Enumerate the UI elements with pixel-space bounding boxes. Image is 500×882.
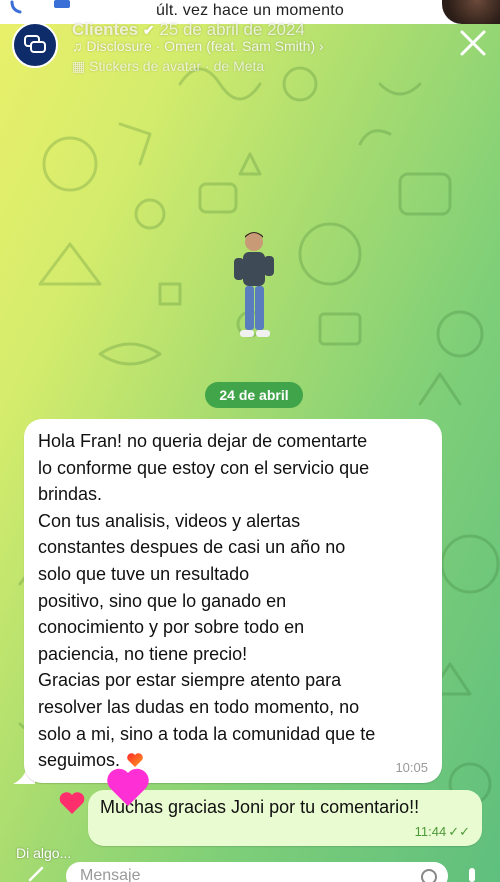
date-separator: 24 de abril bbox=[205, 382, 303, 408]
music-icon: ♫ bbox=[72, 38, 87, 54]
story-reply-hint: Di algo... bbox=[16, 845, 72, 861]
story-frame: últ. vez hace un momento Clientes ✔ 25 d… bbox=[0, 0, 500, 882]
reaction-heart-large-icon bbox=[107, 768, 149, 806]
story-stickers-label: Stickers de avatar · de Meta bbox=[89, 58, 265, 74]
story-header: Clientes ✔ 25 de abril de 2024 ♫ Disclos… bbox=[0, 20, 500, 80]
message-input[interactable] bbox=[66, 862, 448, 882]
attach-icon[interactable] bbox=[26, 866, 52, 882]
chat-bubbles-icon bbox=[24, 35, 46, 53]
reaction-heart-icon bbox=[59, 792, 85, 814]
last-seen-status: últ. vez hace un momento bbox=[155, 2, 344, 19]
read-check-icon: ✓✓ bbox=[448, 824, 470, 839]
incoming-message-text: Hola Fran! no queria dejar de comentarte… bbox=[38, 428, 428, 774]
story-music[interactable]: ♫ Disclosure · Omen (feat. Sam Smith) › bbox=[72, 38, 324, 54]
outgoing-message-time: 11:44 bbox=[414, 824, 447, 839]
microphone-icon[interactable] bbox=[462, 866, 482, 882]
outgoing-message-text: Muchas gracias Joni por tu comentario!! bbox=[100, 797, 420, 817]
incoming-message-time: 10:05 bbox=[395, 760, 428, 775]
story-music-label: Disclosure · Omen (feat. Sam Smith) bbox=[86, 38, 316, 54]
incoming-message[interactable]: Hola Fran! no queria dejar de comentarte… bbox=[24, 419, 442, 783]
story-avatar[interactable] bbox=[12, 22, 58, 68]
close-icon[interactable] bbox=[458, 28, 488, 58]
incoming-message-body: Hola Fran! no queria dejar de comentarte… bbox=[38, 431, 376, 771]
story-title: Clientes ✔ 25 de abril de 2024 bbox=[72, 20, 305, 40]
chevron-right-icon: › bbox=[315, 38, 324, 54]
avatar-sticker bbox=[234, 232, 274, 337]
sticker-picker-icon[interactable] bbox=[420, 868, 438, 882]
verified-icon: ✔ bbox=[142, 22, 155, 38]
outgoing-message-meta: 11:44 ✓✓ bbox=[415, 824, 470, 840]
story-author: Clientes bbox=[72, 20, 139, 39]
call-icon[interactable] bbox=[8, 0, 72, 14]
story-date: 25 de abril de 2024 bbox=[159, 20, 305, 39]
story-stickers[interactable]: ▦ Stickers de avatar · de Meta bbox=[72, 58, 264, 75]
sticker-icon: ▦ bbox=[72, 58, 90, 74]
